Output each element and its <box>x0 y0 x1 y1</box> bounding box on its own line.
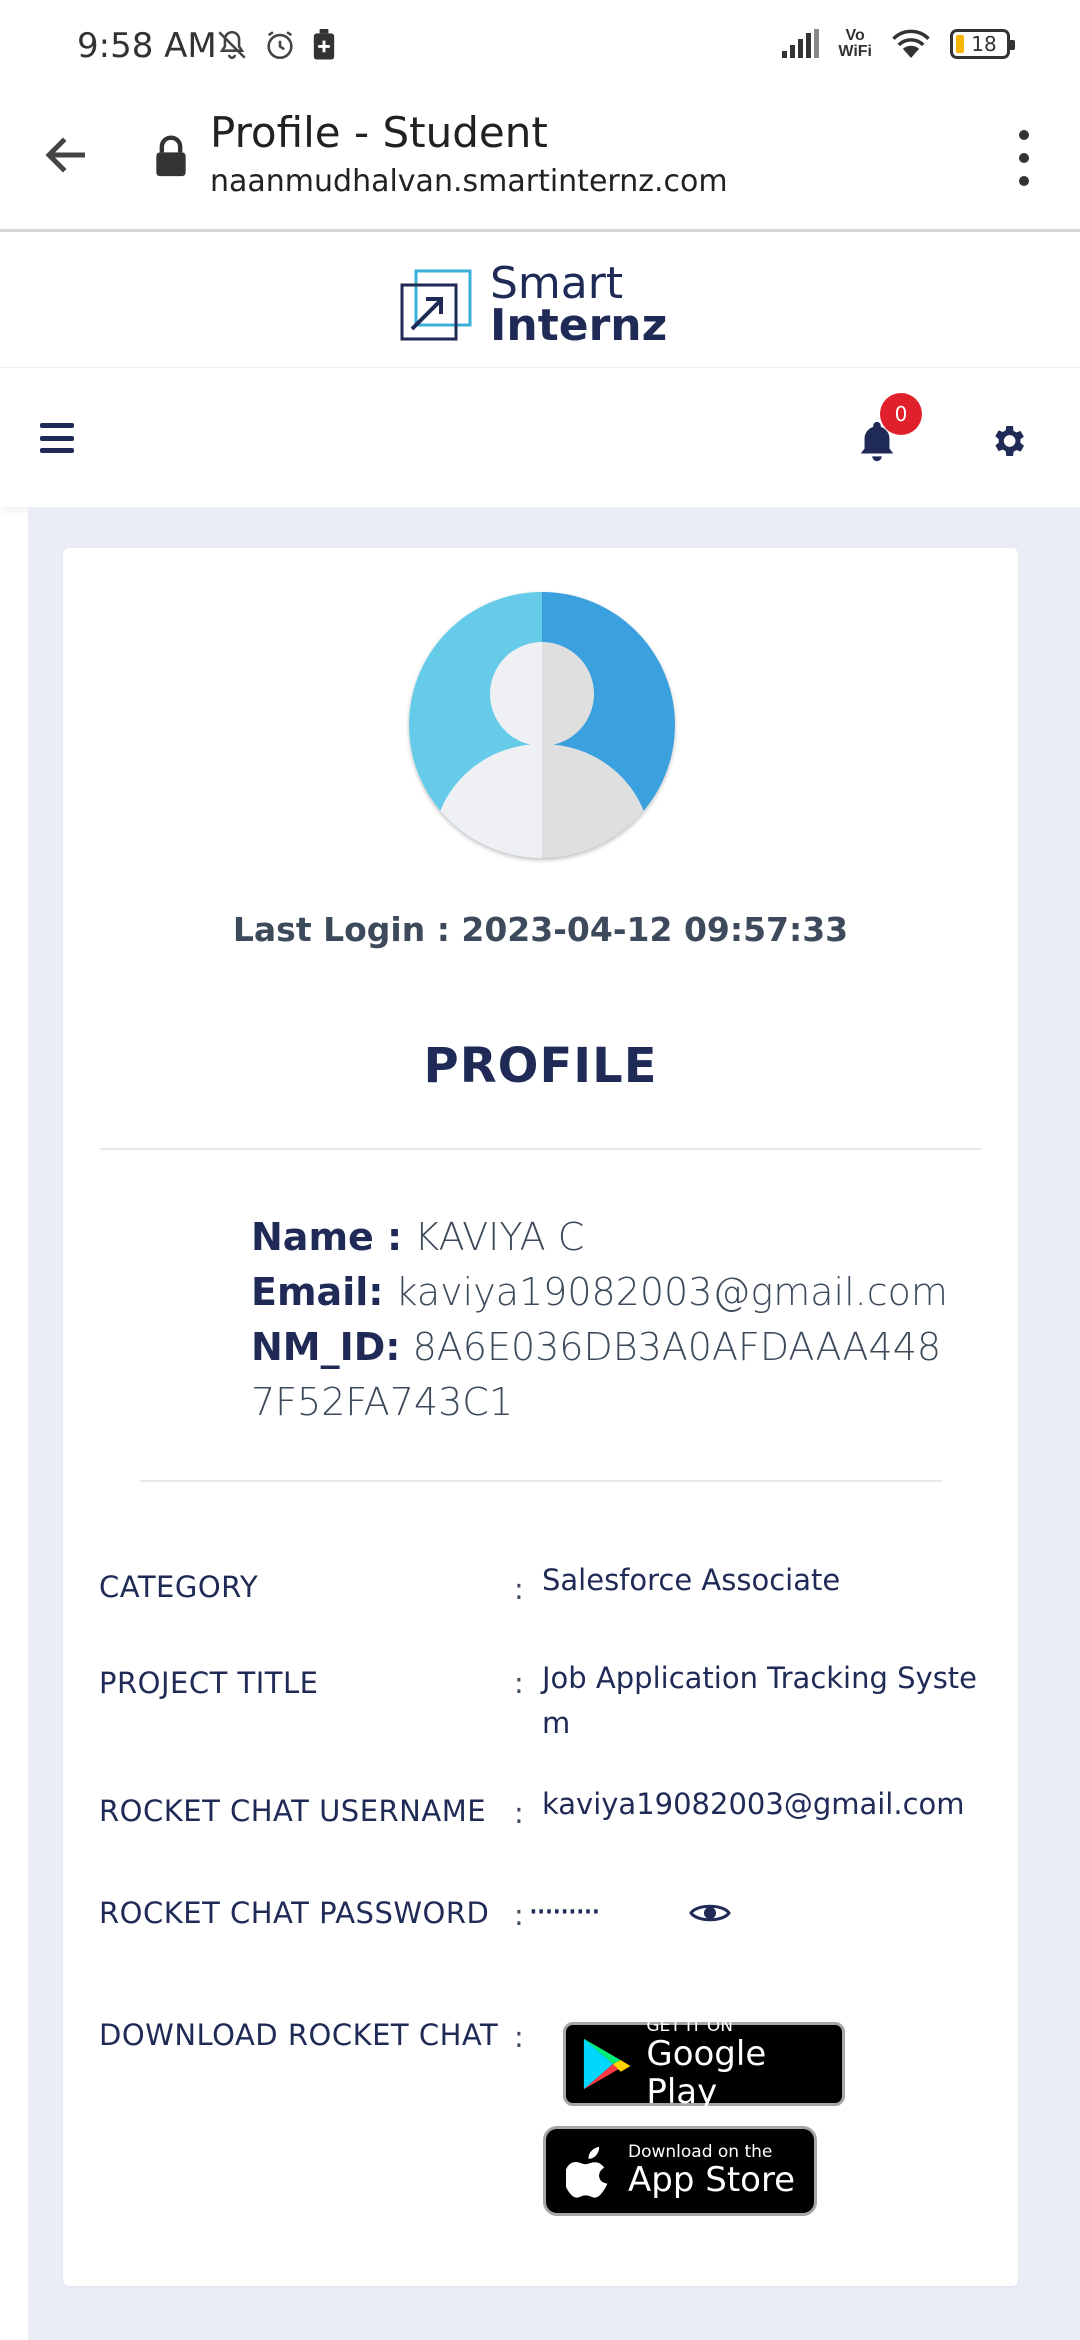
alarm-icon <box>267 31 293 60</box>
app-store-big-text: App Store <box>628 2160 796 2200</box>
page-title[interactable]: Profile - Student <box>210 108 548 157</box>
status-icons-right: Vo WiFi 18 <box>780 27 1015 60</box>
nav-bar: 0 <box>0 369 1080 507</box>
smartinternz-logo[interactable]: Smart Internz <box>396 258 668 351</box>
name-value: KAVIYA C <box>414 1215 585 1259</box>
battery-saver-icon <box>313 29 335 60</box>
email-line: Email: kaviya19082003@gmail.com <box>251 1265 951 1320</box>
rocket-chat-username-value: kaviya19082003@gmail.com <box>542 1787 965 1821</box>
colon: : <box>514 1572 524 1606</box>
vowifi-indicator: Vo WiFi <box>838 27 872 60</box>
google-play-icon <box>583 2038 631 2090</box>
status-bar: 9:58 AM Vo WiFi 18 <box>0 0 1080 96</box>
menu-icon[interactable] <box>40 423 74 453</box>
eye-icon[interactable] <box>689 1900 731 1926</box>
rocket-chat-password-value: ········· <box>528 1892 601 1932</box>
rocket-chat-password-label: ROCKET CHAT PASSWORD <box>99 1896 490 1930</box>
email-value: kaviya19082003@gmail.com <box>395 1270 948 1314</box>
app-store-badge[interactable]: Download on the App Store <box>543 2126 817 2216</box>
google-play-small-text: GET IT ON <box>646 2016 733 2036</box>
colon: : <box>514 1898 524 1932</box>
lock-icon[interactable] <box>154 134 188 178</box>
email-label: Email: <box>251 1270 384 1314</box>
divider <box>100 1148 982 1150</box>
divider <box>140 1480 942 1482</box>
gear-icon[interactable] <box>988 421 1028 461</box>
name-line: Name : KAVIYA C <box>251 1210 951 1265</box>
colon: : <box>514 1666 524 1700</box>
app-store-small-text: Download on the <box>628 2142 773 2162</box>
apple-icon <box>566 2147 608 2198</box>
status-time: 9:58 AM <box>77 26 217 66</box>
name-label: Name : <box>251 1215 403 1259</box>
status-icons-left <box>215 28 337 62</box>
last-login-text: Last Login : 2023-04-12 09:57:33 <box>232 910 849 949</box>
avatar <box>409 592 675 858</box>
google-play-badge[interactable]: GET IT ON Google Play <box>563 2017 845 2111</box>
nmid-label: NM_ID: <box>251 1325 401 1369</box>
wifi-icon <box>892 29 930 58</box>
back-arrow-icon[interactable] <box>40 128 94 182</box>
profile-card: Last Login : 2023-04-12 09:57:33 PROFILE… <box>63 548 1018 2286</box>
logo-mark-icon <box>400 269 472 341</box>
browser-url-bar: Profile - Student naanmudhalvan.smartint… <box>0 96 1080 232</box>
category-label: CATEGORY <box>99 1570 259 1604</box>
google-play-big-text: Google Play <box>646 2034 767 2112</box>
logo-text: Smart Internz <box>490 258 668 351</box>
more-options-icon[interactable] <box>1012 130 1036 186</box>
profile-heading: PROFILE <box>423 1038 658 1094</box>
nmid-line: NM_ID: 8A6E036DB3A0AFDAAA4487F52FA743C1 <box>251 1320 951 1430</box>
project-title-value: Job Application Tracking System <box>542 1661 978 1740</box>
user-avatar-icon <box>409 592 675 858</box>
rocket-chat-username-label: ROCKET CHAT USERNAME <box>99 1794 487 1828</box>
project-title-label: PROJECT TITLE <box>99 1666 319 1700</box>
mute-bell-icon <box>218 30 246 59</box>
url-host[interactable]: naanmudhalvan.smartinternz.com <box>210 164 728 199</box>
colon: : <box>514 1796 524 1830</box>
download-rocket-chat-label: DOWNLOAD ROCKET CHAT <box>99 2018 499 2052</box>
notification-count-badge[interactable]: 0 <box>880 393 922 435</box>
colon: : <box>514 2020 524 2054</box>
profile-info: Name : KAVIYA C Email: kaviya19082003@gm… <box>251 1210 951 1430</box>
battery-indicator: 18 <box>950 29 1015 59</box>
site-header: Smart Internz <box>0 235 1080 368</box>
category-value: Salesforce Associate <box>542 1563 841 1597</box>
signal-icon <box>782 29 820 58</box>
